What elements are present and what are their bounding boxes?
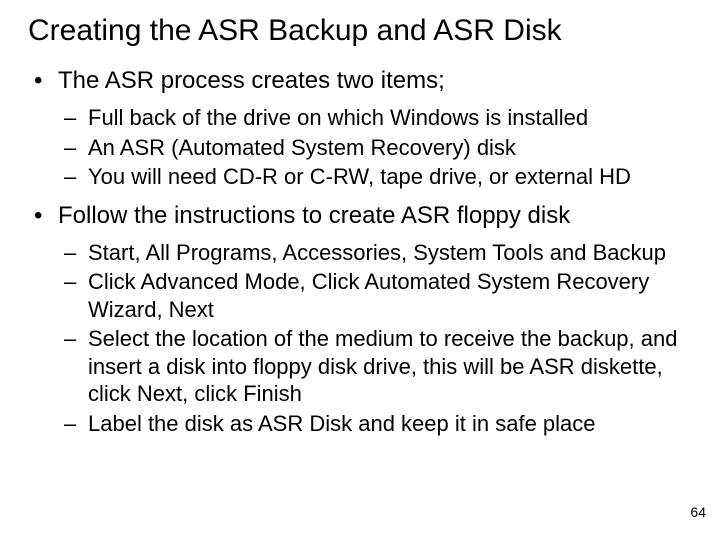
bullet-item: Follow the instructions to create ASR fl… (28, 201, 692, 438)
subbullet-list: Start, All Programs, Accessories, System… (58, 239, 692, 438)
bullet-item: The ASR process creates two items; Full … (28, 66, 692, 191)
slide: Creating the ASR Backup and ASR Disk The… (0, 0, 720, 540)
subbullet-item: You will need CD-R or C-RW, tape drive, … (58, 163, 692, 191)
subbullet-item: Full back of the drive on which Windows … (58, 104, 692, 132)
bullet-text: Follow the instructions to create ASR fl… (58, 202, 570, 229)
subbullet-item: Label the disk as ASR Disk and keep it i… (58, 410, 692, 438)
subbullet-item: Select the location of the medium to rec… (58, 325, 692, 408)
page-number: 64 (690, 504, 706, 520)
subbullet-item: Start, All Programs, Accessories, System… (58, 239, 692, 267)
subbullet-item: An ASR (Automated System Recovery) disk (58, 134, 692, 162)
subbullet-list: Full back of the drive on which Windows … (58, 104, 692, 191)
slide-title: Creating the ASR Backup and ASR Disk (28, 14, 692, 48)
bullet-text: The ASR process creates two items; (58, 67, 445, 94)
subbullet-item: Click Advanced Mode, Click Automated Sys… (58, 268, 692, 323)
bullet-list: The ASR process creates two items; Full … (28, 66, 692, 437)
